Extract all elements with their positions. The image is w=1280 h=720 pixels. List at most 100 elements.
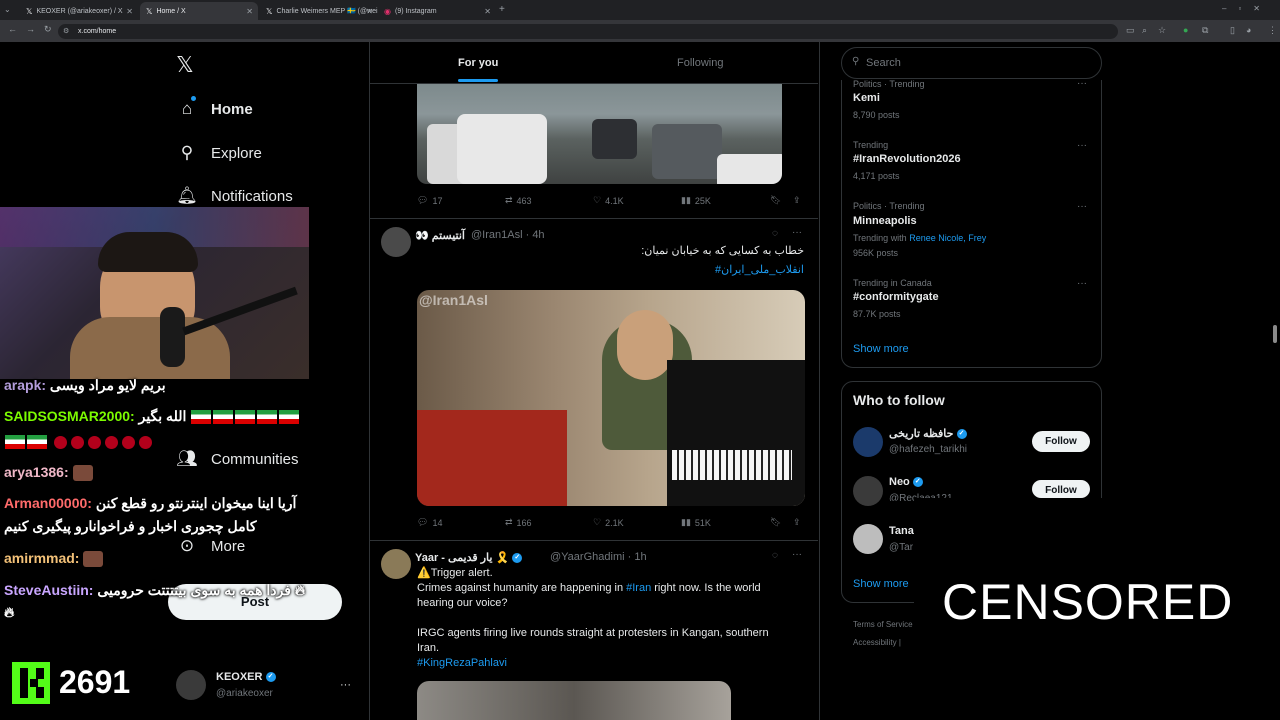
tab-following[interactable]: Following [677,57,723,69]
bookmark-star-icon[interactable]: ☆ [1158,25,1166,36]
account-menu-icon[interactable]: ··· [340,679,351,691]
search-icon: ⚲ [852,56,860,67]
nav-explore[interactable]: ⚲ Explore [176,138,262,168]
extensions-puzzle-icon[interactable]: ⧉ [1202,25,1208,36]
nav-communities[interactable]: 👥︎ Communities [176,444,298,474]
like-count[interactable]: ♡ 2.1K [593,517,624,528]
like-count[interactable]: ♡ 4.1K [593,195,624,206]
avatar[interactable] [381,549,411,579]
instagram-favicon-icon: ◉ [384,6,391,16]
trend-name[interactable]: #conformitygate [853,291,939,303]
more-options-icon[interactable]: ··· [1077,201,1087,212]
chat-text: الله بگیر [138,408,187,424]
window-controls-icon[interactable]: –▫✕ [1222,4,1272,13]
hashtag-link[interactable]: #Iran [626,582,651,594]
more-options-icon[interactable]: ··· [792,549,802,560]
post-video[interactable] [417,681,731,720]
more-options-icon[interactable]: ··· [1077,140,1087,151]
trend-name[interactable]: #IranRevolution2026 [853,153,961,165]
heart-icon [70,435,84,449]
share-icon[interactable]: ⇪ [793,195,801,206]
cast-icon[interactable]: ▭ [1126,25,1135,36]
show-more-link[interactable]: Show more [853,578,909,590]
close-icon[interactable]: ✕ [246,7,253,16]
browser-menu-icon[interactable]: ⋮ [1268,25,1277,36]
url-field[interactable]: x.com/home [58,24,1118,39]
close-icon[interactable]: ✕ [366,7,373,16]
back-icon[interactable]: ← [8,24,17,34]
grok-icon[interactable]: ◌ [772,228,778,239]
repost-count[interactable]: ⇄ 166 [505,517,532,528]
view-count[interactable]: ▮▮ 25K [681,195,711,206]
reply-count[interactable]: 💬︎ 17 [417,195,442,206]
view-count[interactable]: ▮▮ 51K [681,517,711,528]
close-icon[interactable]: ✕ [126,7,133,16]
repost-count[interactable]: ⇄ 463 [505,195,532,206]
site-info-icon[interactable]: ⚙ [63,27,69,35]
avatar[interactable] [853,524,883,554]
more-options-icon[interactable]: ··· [1077,78,1087,89]
forward-icon[interactable]: → [26,24,35,34]
suggested-name[interactable]: حافظه تاریخی ✓ [889,427,967,440]
more-options-icon[interactable]: ··· [1077,278,1087,289]
trend-context: Trending in Canada [853,278,932,288]
new-tab-icon[interactable]: + [499,4,505,15]
tab-title: Charlie Weimers MEP 🇸🇪 (@wei [276,8,378,15]
avatar[interactable] [176,670,206,700]
hashtag-link[interactable]: #KingRezaPahlavi [417,656,807,671]
post-image[interactable] [417,84,782,184]
post-video[interactable]: @Iran1Asl [417,290,805,506]
browser-tab-1[interactable]: 𝕏 KEOXER (@ariakeoxer) / X ✕ [20,2,138,20]
nav-home[interactable]: ⌂ Home [176,94,253,124]
browser-tab-4[interactable]: ◉ (9) Instagram ✕ [378,2,496,20]
heart-icon [138,435,152,449]
grok-icon[interactable]: ◌ [772,550,778,561]
avatar[interactable] [853,427,883,457]
post-line: Iran. [417,642,440,654]
chat-message: SAIDSOSMAR2000: الله بگیر [4,408,300,425]
suggested-name[interactable]: Tana [889,525,914,537]
follow-button[interactable]: Follow [1032,480,1090,498]
zoom-icon[interactable]: ⌕ [1142,25,1147,36]
reload-icon[interactable]: ↻ [44,24,52,35]
sidebar-icon[interactable]: ▯ [1230,25,1235,36]
x-logo-icon[interactable]: 𝕏 [176,52,194,78]
search-input[interactable]: ⚲ Search [841,47,1102,79]
unread-dot [191,96,196,101]
footer-terms-link[interactable]: Terms of Service [853,620,913,629]
fire-icon: 🔥︎ [294,582,306,598]
reply-count[interactable]: 💬︎ 14 [417,517,442,528]
more-options-icon[interactable]: ··· [792,227,802,238]
tab-for-you[interactable]: For you [458,57,498,69]
close-icon[interactable]: ✕ [484,7,491,16]
share-icon[interactable]: ⇪ [793,517,801,528]
author-handle[interactable]: @YaarGhadimi · 1h [550,551,647,563]
suggested-name[interactable]: Neo ✓ [889,476,923,488]
browser-tab-3[interactable]: 𝕏 Charlie Weimers MEP 🇸🇪 (@wei ✕ [260,2,378,20]
nav-more[interactable]: ⊙ More [176,531,245,561]
scrollbar-thumb[interactable] [1273,325,1277,343]
author-name[interactable]: Yaar - یار قدیمی 🎗️ ✓ [415,551,523,564]
avatar[interactable] [853,476,883,506]
post-hashtag[interactable]: #انقلاب_ملی_ایران [600,263,804,276]
show-more-link[interactable]: Show more [853,343,909,355]
profile-avatar-icon[interactable]: ◕ [1246,25,1251,35]
bookmark-icon[interactable]: 🔖︎ [770,195,781,206]
author-handle[interactable]: @Iran1Asl · 4h [471,229,545,241]
trend-context: Politics · Trending [853,79,925,89]
tab-search-icon[interactable]: ⌄ [4,5,11,14]
avatar[interactable] [381,227,411,257]
browser-tab-2[interactable]: 𝕏 Home / X ✕ [140,2,258,20]
heart-icon [53,435,67,449]
kick-logo-icon [12,662,50,704]
chat-text: فردا همه به سوی بیتتتتت حرومیی [97,582,291,598]
trend-name[interactable]: Minneapolis [853,215,917,227]
url-text: x.com/home [78,28,117,35]
trend-name[interactable]: Kemi [853,92,880,104]
x-favicon-icon: 𝕏 [26,6,33,16]
footer-accessibility-link[interactable]: Accessibility | [853,638,901,647]
author-name[interactable]: 👀 آنتیستم [415,229,465,242]
follow-button[interactable]: Follow [1032,431,1090,452]
extension-icon[interactable]: ● [1183,25,1188,35]
bookmark-icon[interactable]: 🔖︎ [770,517,781,528]
